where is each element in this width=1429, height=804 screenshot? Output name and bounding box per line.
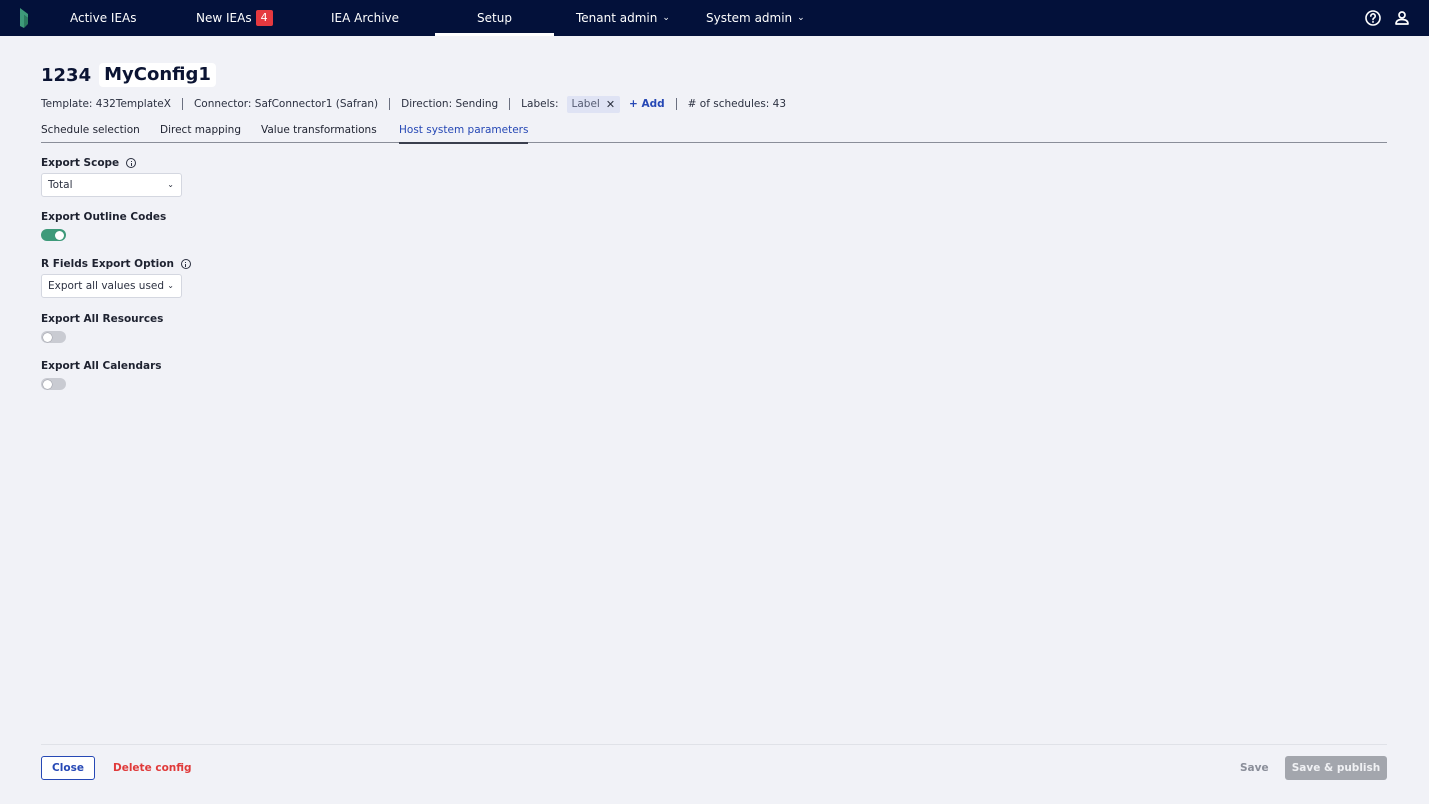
nav-setup[interactable]: Setup <box>435 0 554 36</box>
config-meta: Template: 432TemplateX Connector: SafCon… <box>41 95 786 113</box>
config-id: 1234 <box>41 64 92 86</box>
nav-iea-archive-label: IEA Archive <box>331 11 400 25</box>
label-chip-text: Label <box>571 98 600 110</box>
divider <box>675 98 677 110</box>
schedules-count: # of schedules: 43 <box>687 98 787 110</box>
save-publish-button[interactable]: Save & publish <box>1285 756 1387 780</box>
app-logo-icon[interactable] <box>16 6 32 30</box>
config-name[interactable]: MyConfig1 <box>99 63 216 87</box>
user-icon[interactable] <box>1393 9 1411 27</box>
r-fields-export-option-label: R Fields Export Option <box>41 258 191 270</box>
export-scope-select[interactable]: Total ⌄ <box>41 173 182 197</box>
export-all-resources-label: Export All Resources <box>41 313 163 325</box>
export-outline-codes-label: Export Outline Codes <box>41 211 166 223</box>
tab-value-transformations[interactable]: Value transformations <box>261 120 377 142</box>
nav-new-ieas[interactable]: New IEAs 4 <box>196 0 273 36</box>
close-button[interactable]: Close <box>41 756 95 780</box>
chevron-down-icon: ⌄ <box>167 281 174 290</box>
export-outline-codes-toggle[interactable] <box>41 229 66 241</box>
export-all-calendars-label: Export All Calendars <box>41 360 162 372</box>
save-button[interactable]: Save <box>1240 756 1269 780</box>
divider <box>509 98 511 110</box>
nav-tenant-admin[interactable]: Tenant admin ⌄ <box>576 0 670 36</box>
label-chip: Label ✕ <box>566 95 621 113</box>
tab-direct-mapping[interactable]: Direct mapping <box>160 120 241 142</box>
delete-config-button[interactable]: Delete config <box>113 756 192 780</box>
export-scope-label-text: Export Scope <box>41 157 120 169</box>
tab-host-system-parameters[interactable]: Host system parameters <box>399 120 529 144</box>
export-scope-value: Total <box>48 179 73 191</box>
toggle-knob <box>43 379 52 389</box>
r-fields-export-option-label-text: R Fields Export Option <box>41 258 174 270</box>
chevron-down-icon: ⌄ <box>662 12 670 23</box>
info-icon[interactable] <box>180 259 191 269</box>
help-icon[interactable] <box>1364 9 1382 27</box>
close-icon[interactable]: ✕ <box>606 98 615 111</box>
chevron-down-icon: ⌄ <box>167 180 174 189</box>
export-all-calendars-toggle[interactable] <box>41 378 66 390</box>
divider <box>389 98 391 110</box>
toggle-knob <box>43 332 52 342</box>
config-title: 1234 MyConfig1 <box>41 62 216 88</box>
nav-iea-archive[interactable]: IEA Archive <box>331 0 399 36</box>
add-label-button[interactable]: + Add <box>629 98 665 110</box>
nav-active-ieas[interactable]: Active IEAs <box>70 0 137 36</box>
nav-setup-label: Setup <box>477 11 512 25</box>
r-fields-export-option-select[interactable]: Export all values used ⌄ <box>41 274 182 298</box>
export-outline-codes-label-text: Export Outline Codes <box>41 211 167 223</box>
export-all-calendars-label-text: Export All Calendars <box>41 360 162 372</box>
template-info: Template: 432TemplateX <box>41 98 171 110</box>
top-nav: Active IEAs New IEAs 4 IEA Archive Setup … <box>0 0 1429 36</box>
direction-info: Direction: Sending <box>401 98 499 110</box>
export-all-resources-label-text: Export All Resources <box>41 313 164 325</box>
nav-new-ieas-label: New IEAs <box>196 11 252 25</box>
r-fields-export-option-value: Export all values used <box>48 280 165 292</box>
divider <box>181 98 183 110</box>
toggle-knob <box>55 230 64 240</box>
chevron-down-icon: ⌄ <box>797 12 805 23</box>
nav-tenant-admin-label: Tenant admin <box>576 11 658 25</box>
nav-system-admin-label: System admin <box>706 11 793 25</box>
labels-label: Labels: <box>521 98 559 110</box>
footer-divider <box>41 744 1387 745</box>
new-ieas-count-badge: 4 <box>255 9 273 26</box>
nav-system-admin[interactable]: System admin ⌄ <box>706 0 805 36</box>
export-all-resources-toggle[interactable] <box>41 331 66 343</box>
export-scope-label: Export Scope <box>41 157 137 169</box>
labels-info: Labels: Label ✕ + Add <box>521 95 665 113</box>
config-tabs: Schedule selection Direct mapping Value … <box>41 120 1387 144</box>
connector-info: Connector: SafConnector1 (Safran) <box>193 98 379 110</box>
info-icon[interactable] <box>126 158 137 168</box>
nav-active-ieas-label: Active IEAs <box>70 11 137 25</box>
tab-schedule-selection[interactable]: Schedule selection <box>41 120 140 142</box>
